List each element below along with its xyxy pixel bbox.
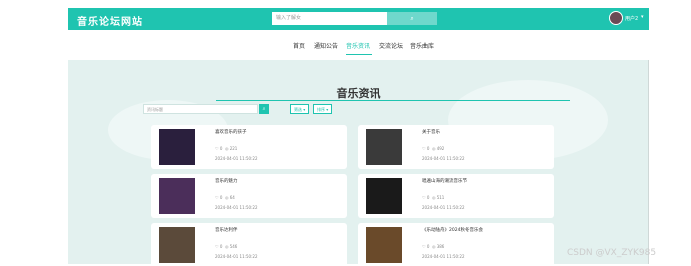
news-stats: ♡ 0 ◎ 386 (422, 244, 445, 249)
site-search-input[interactable]: 输入了解女 (272, 12, 387, 25)
scrollbar[interactable] (648, 60, 649, 264)
news-time: 2024-04-01 11:50:22 (422, 254, 465, 259)
like-count: 0 (426, 195, 430, 200)
news-card[interactable]: 音乐达利伴 ♡ 0 ◎ 546 2024-04-01 11:50:22 (151, 223, 347, 264)
news-time: 2024-04-01 11:50:22 (215, 205, 258, 210)
news-title[interactable]: 唱遍山海的潮流音乐节 (422, 178, 467, 184)
view-count: 221 (229, 146, 238, 151)
news-title[interactable]: 关于音乐 (422, 129, 440, 135)
news-thumbnail[interactable] (366, 129, 402, 165)
view-count: 64 (229, 195, 235, 200)
news-time: 2024-04-01 11:50:22 (215, 254, 258, 259)
nav-item-music-news[interactable]: 音乐资讯 (346, 41, 370, 50)
news-thumbnail[interactable] (159, 178, 195, 214)
nav-item-notices[interactable]: 通知公告 (314, 41, 338, 50)
news-title[interactable]: 音乐的魅力 (215, 178, 238, 184)
news-search-button[interactable]: ⌕ (259, 104, 269, 114)
like-count: 0 (219, 146, 223, 151)
news-card[interactable]: 喜欢音乐的孩子 ♡ 0 ◎ 221 2024-04-01 11:50:22 (151, 125, 347, 169)
news-stats: ♡ 0 ◎ 546 (215, 244, 238, 249)
news-stats: ♡ 0 ◎ 492 (422, 146, 445, 151)
news-card[interactable]: 《乐动陆舟》2024秋冬音乐会 ♡ 0 ◎ 386 2024-04-01 11:… (358, 223, 554, 264)
watermark: CSDN @VX_ZYK985 (567, 248, 657, 258)
news-thumbnail[interactable] (366, 227, 402, 263)
like-count: 0 (219, 244, 223, 249)
news-stats: ♡ 0 ◎ 64 (215, 195, 235, 200)
main-nav: 首页 通知公告 音乐资讯 交流论坛 音乐曲库 (68, 30, 649, 61)
news-thumbnail[interactable] (159, 227, 195, 263)
site-search-button[interactable]: ⌕ (387, 12, 437, 25)
view-count: 492 (436, 146, 445, 151)
filter-dropdown[interactable]: 筛选 ▾ (290, 104, 310, 114)
news-title[interactable]: 音乐达利伴 (215, 227, 238, 233)
nav-item-forum[interactable]: 交流论坛 (379, 41, 403, 50)
view-count: 546 (229, 244, 238, 249)
title-divider (216, 100, 570, 101)
news-title[interactable]: 《乐动陆舟》2024秋冬音乐会 (422, 227, 483, 233)
like-count: 0 (219, 195, 223, 200)
news-card[interactable]: 唱遍山海的潮流音乐节 ♡ 0 ◎ 511 2024-04-01 11:50:22 (358, 174, 554, 218)
news-search-input[interactable]: 资讯标题 (143, 104, 258, 114)
news-time: 2024-04-01 11:50:22 (422, 205, 465, 210)
view-count: 511 (436, 195, 445, 200)
browser-page: 音乐论坛网站 输入了解女 ⌕ 用户2 ▾ 首页 通知公告 音乐资讯 交流论坛 音… (68, 8, 649, 264)
like-count: 0 (426, 146, 430, 151)
active-tab-indicator (346, 54, 372, 55)
news-time: 2024-04-01 11:50:22 (422, 156, 465, 161)
nav-item-music-library[interactable]: 音乐曲库 (410, 41, 434, 50)
chevron-down-icon[interactable]: ▾ (641, 14, 644, 20)
news-card[interactable]: 音乐的魅力 ♡ 0 ◎ 64 2024-04-01 11:50:22 (151, 174, 347, 218)
news-thumbnail[interactable] (366, 178, 402, 214)
like-count: 0 (426, 244, 430, 249)
page-title: 音乐资讯 (336, 87, 381, 100)
news-time: 2024-04-01 11:50:22 (215, 156, 258, 161)
news-stats: ♡ 0 ◎ 221 (215, 146, 238, 151)
news-stats: ♡ 0 ◎ 511 (422, 195, 445, 200)
news-title[interactable]: 喜欢音乐的孩子 (215, 129, 247, 135)
username-label[interactable]: 用户2 (625, 15, 638, 22)
nav-item-home[interactable]: 首页 (293, 41, 305, 50)
sort-dropdown[interactable]: 排序 ▾ (313, 104, 333, 114)
site-logo[interactable]: 音乐论坛网站 (77, 13, 143, 28)
avatar[interactable] (609, 11, 623, 25)
top-bar: 音乐论坛网站 输入了解女 ⌕ 用户2 ▾ (68, 8, 649, 30)
view-count: 386 (436, 244, 445, 249)
news-card[interactable]: 关于音乐 ♡ 0 ◎ 492 2024-04-01 11:50:22 (358, 125, 554, 169)
news-thumbnail[interactable] (159, 129, 195, 165)
